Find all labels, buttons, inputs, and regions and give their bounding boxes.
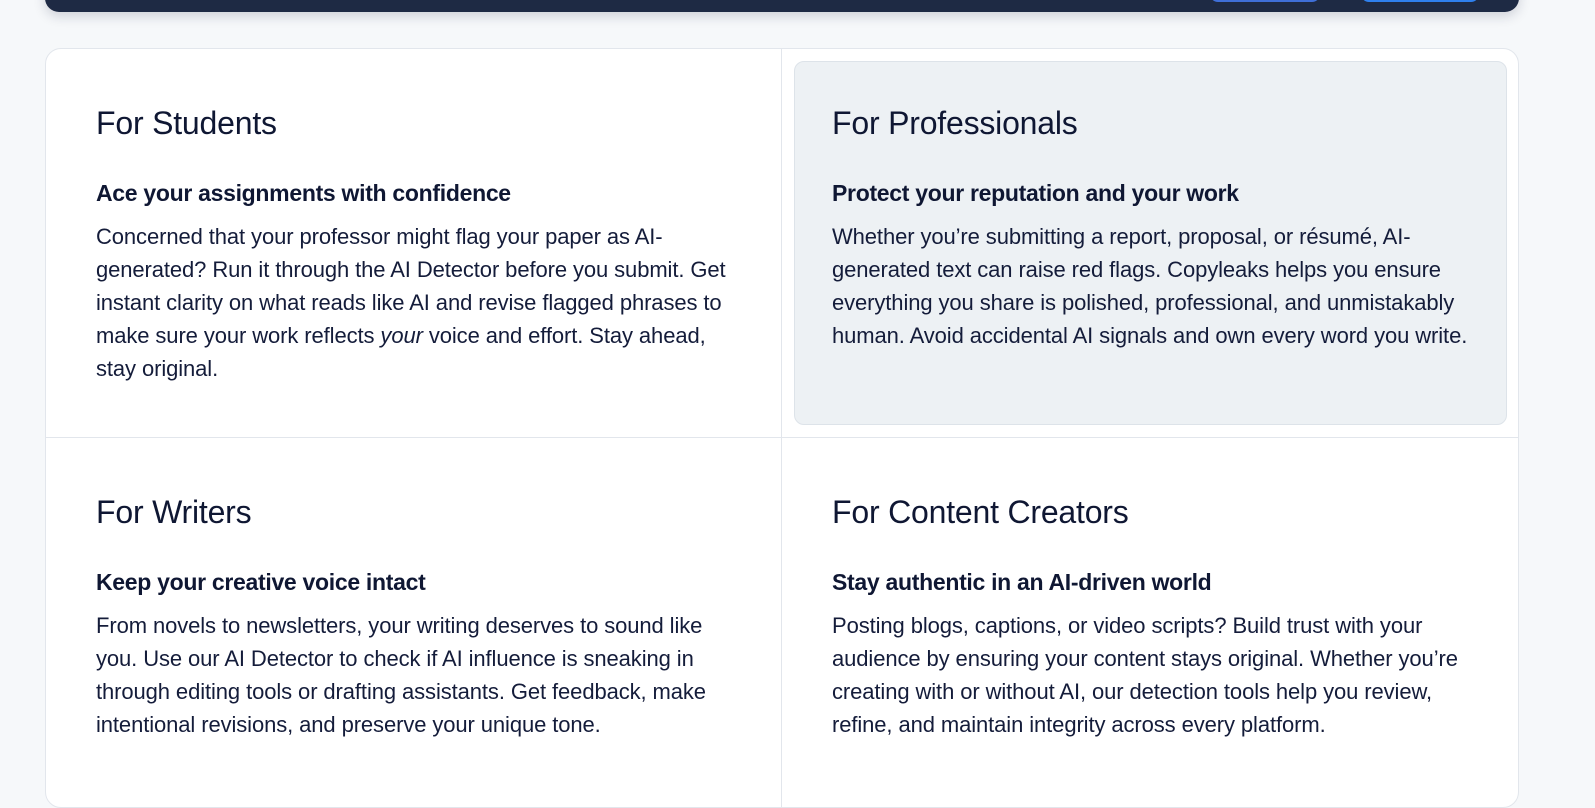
card-body: From novels to newsletters, your writing… <box>96 613 706 737</box>
card-body: Concerned that your professor might flag… <box>96 220 732 385</box>
top-navigation-bar <box>45 0 1519 12</box>
card-subtitle: Ace your assignments with confidence <box>96 180 511 206</box>
card-content-creators: For Content Creators Stay authentic in a… <box>782 438 1518 807</box>
card-body-emphasis: your <box>380 323 423 348</box>
card-title: For Students <box>96 105 277 141</box>
card-subtitle: Protect your reputation and your work <box>832 180 1239 206</box>
card-professionals[interactable]: For Professionals Protect your reputatio… <box>782 49 1518 438</box>
audience-cards-grid: For Students Ace your assignments with c… <box>45 48 1519 808</box>
card-students: For Students Ace your assignments with c… <box>46 49 782 438</box>
card-writers: For Writers Keep your creative voice int… <box>46 438 782 807</box>
nav-cta-button-partial[interactable] <box>1361 0 1479 2</box>
card-subtitle: Stay authentic in an AI-driven world <box>832 569 1212 595</box>
card-body: Whether you’re submitting a report, prop… <box>832 224 1468 348</box>
nav-button-partial[interactable] <box>1210 0 1320 2</box>
card-title: For Writers <box>96 494 252 530</box>
card-title: For Professionals <box>832 105 1078 141</box>
card-subtitle: Keep your creative voice intact <box>96 569 426 595</box>
card-title: For Content Creators <box>832 494 1129 530</box>
card-body: Posting blogs, captions, or video script… <box>832 613 1458 737</box>
